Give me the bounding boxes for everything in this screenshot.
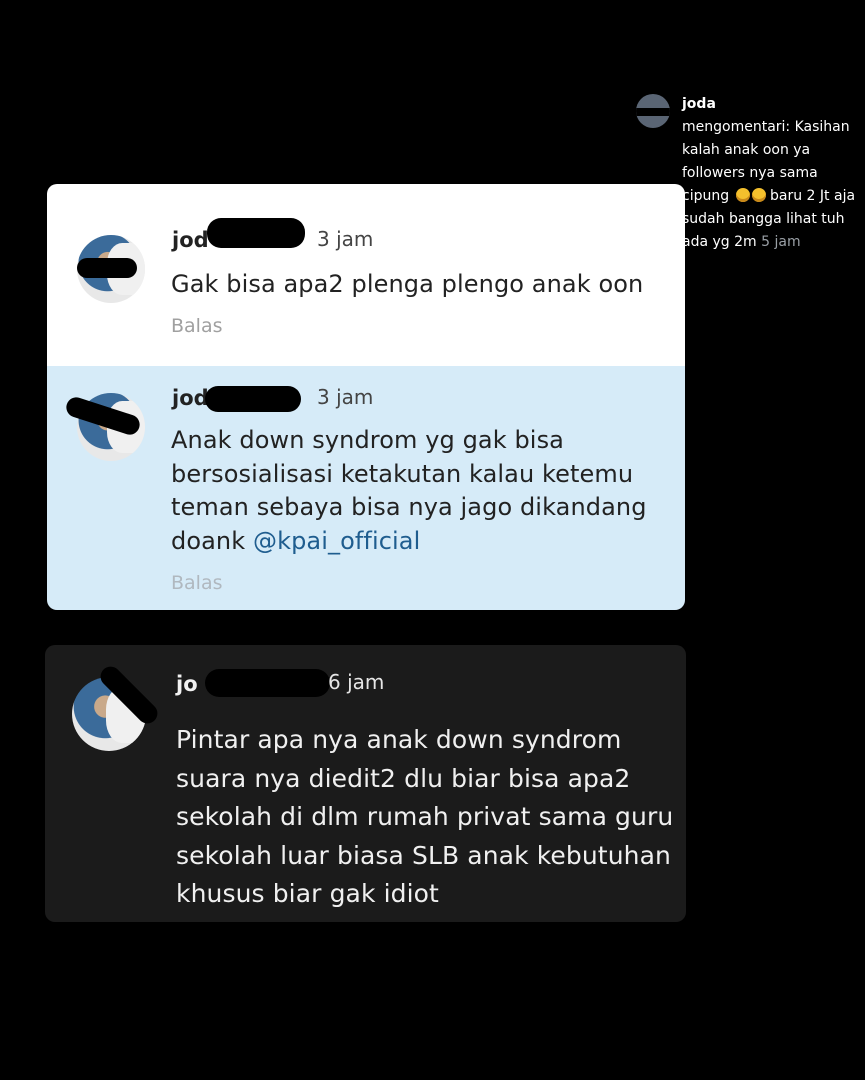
comment-text-line: Anak down syndrom yg gak bisa [171,426,564,454]
rofl-emoji-icon [735,188,750,202]
reply-button[interactable]: Balas [171,315,223,337]
redaction-mark [205,386,301,412]
comment-card-dark: jo 6 jam Pintar apa nya anak down syndro… [45,645,686,922]
redaction-mark [207,218,305,248]
comment-time: 3 jam [317,385,374,409]
rofl-emoji-icon [751,188,766,202]
comment-username[interactable]: jo [176,672,198,696]
comment-text-line: teman sebaya bisa nya jago dikandang [171,493,647,521]
comment-text-line: khusus biar gak idiot [176,879,439,908]
reply-button[interactable]: Balas [171,572,223,594]
redaction-mark [205,669,330,697]
notification-avatar [636,94,670,128]
comment-text-line: bersosialisasi ketakutan kalau ketemu [171,459,634,488]
comment-text-line: doank @kpai_official [171,525,681,559]
notification-body: mengomentari: Kasihan kalah anak oon ya … [682,116,862,254]
comment-text: Gak bisa apa2 plenga plengo anak oon [171,270,644,298]
comment-text-line: suara nya diedit2 dlu biar bisa apa2 [176,763,631,793]
comment-text-line: sekolah di dlm rumah privat sama guru [176,802,674,831]
redaction-mark [77,258,137,278]
comment-time: 3 jam [317,227,374,251]
notification-username: joda [682,96,716,112]
comment-text: Anak down syndrom yg gak bisa bersosiali… [171,424,681,558]
mention-link[interactable]: @kpai_official [253,527,420,555]
comment-text-fragment: doank [171,526,246,555]
notification-time: 5 jam [761,234,801,250]
comment-text-line: Pintar apa nya anak down syndrom [176,725,622,754]
comment-text: Pintar apa nya anak down syndrom suara n… [176,721,681,914]
comment-card: jod 3 jam Gak bisa apa2 plenga plengo an… [47,184,685,366]
comment-username[interactable]: jod [172,386,209,410]
comment-username[interactable]: jod [172,228,209,252]
comment-time: 6 jam [328,670,385,694]
comment-card-highlighted: jod 3 jam Anak down syndrom yg gak bisa … [47,366,685,610]
comment-text-line: sekolah luar biasa SLB anak kebutuhan [176,840,671,870]
